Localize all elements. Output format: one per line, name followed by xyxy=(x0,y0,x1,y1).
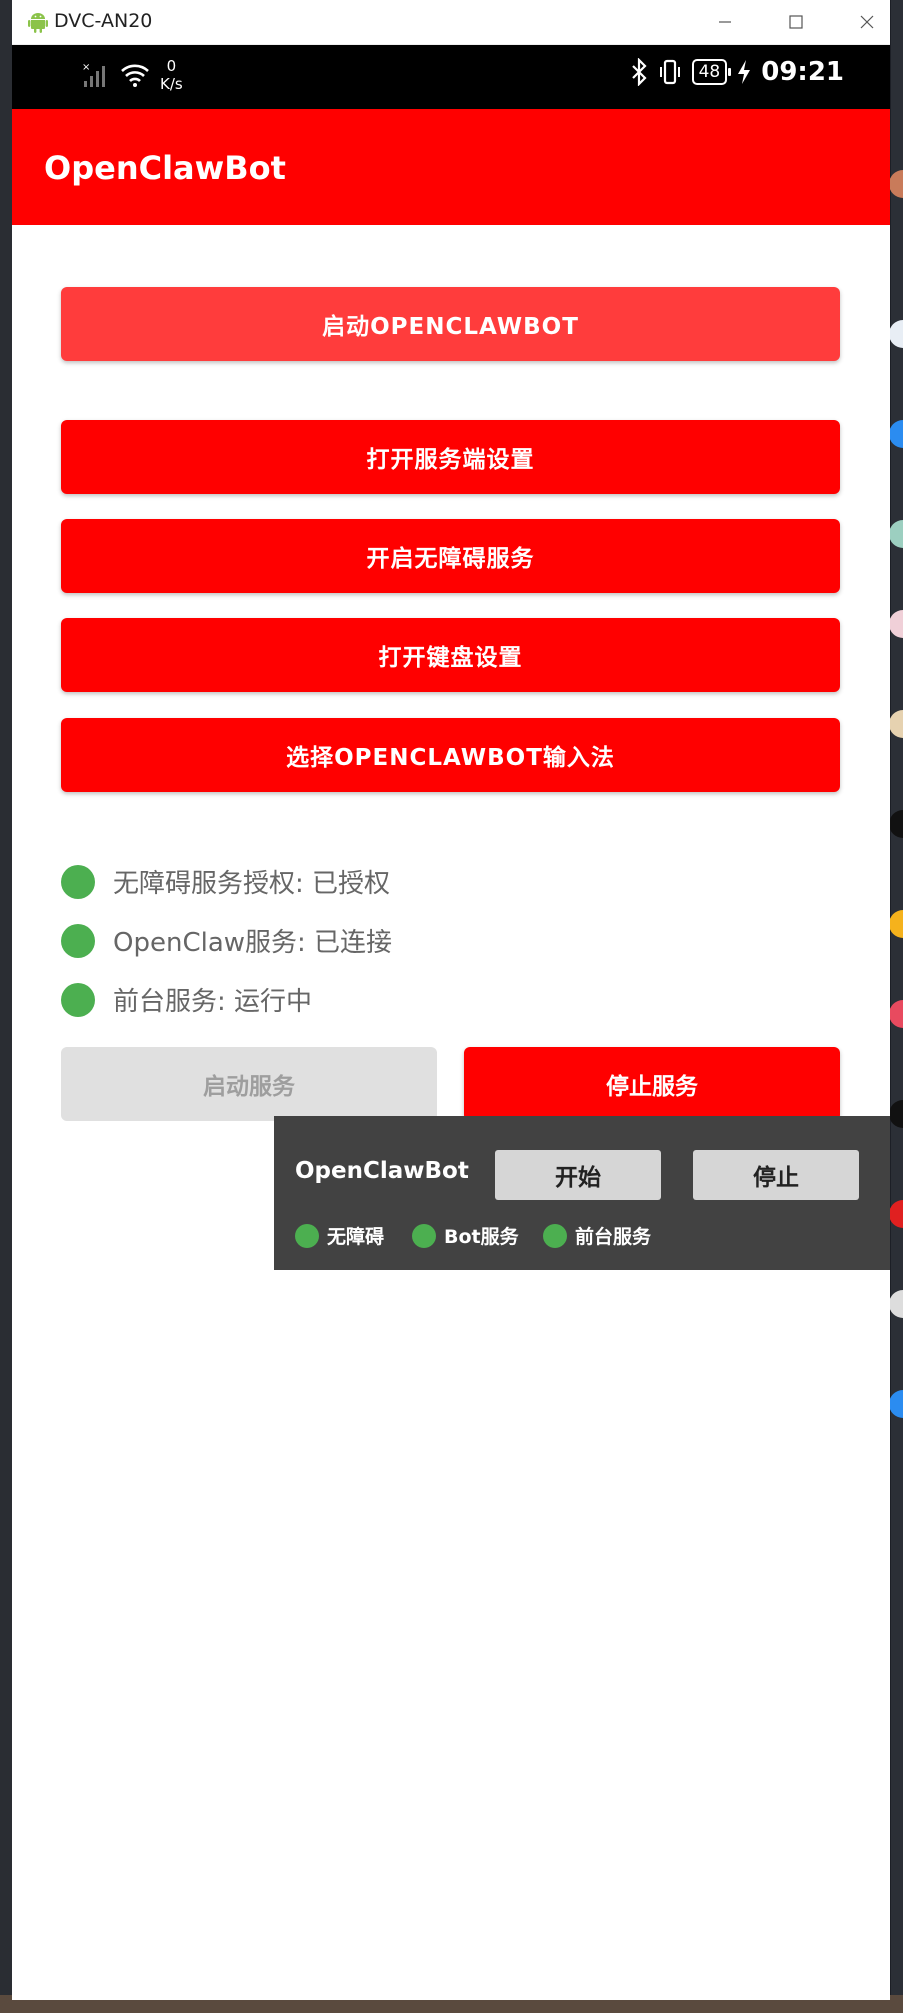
status-indicator xyxy=(61,923,95,958)
status-indicator xyxy=(412,1223,436,1248)
charging-icon xyxy=(738,60,751,84)
maximize-icon xyxy=(789,15,803,29)
keyboard-settings-button[interactable]: 打开键盘设置 xyxy=(61,618,840,692)
network-speed: 0 K/s xyxy=(160,57,183,93)
speed-unit: K/s xyxy=(160,75,183,93)
window-title: DVC-AN20 xyxy=(54,10,153,32)
start-openclawbot-button[interactable]: 启动OPENCLAWBOT xyxy=(61,287,840,361)
close-icon xyxy=(860,15,874,29)
status-text: 无障碍服务授权: 已授权 xyxy=(113,869,391,899)
overlay-status-label: Bot服务 xyxy=(444,1226,519,1248)
stop-service-button[interactable]: 停止服务 xyxy=(464,1047,840,1121)
speed-value: 0 xyxy=(166,57,177,75)
app-title: OpenClawBot xyxy=(44,149,286,187)
status-text: OpenClaw服务: 已连接 xyxy=(113,928,393,958)
close-button[interactable] xyxy=(850,6,884,38)
window-titlebar[interactable]: DVC-AN20 xyxy=(12,0,890,45)
overlay-title: OpenClawBot xyxy=(295,1158,469,1184)
status-indicator xyxy=(61,982,95,1017)
status-text: 前台服务: 运行中 xyxy=(113,987,313,1017)
maximize-button[interactable] xyxy=(779,6,813,38)
overlay-status-label: 无障碍 xyxy=(327,1226,385,1248)
status-foreground-service: 前台服务: 运行中 xyxy=(61,981,312,1018)
vibrate-icon xyxy=(659,59,680,85)
minimize-button[interactable] xyxy=(708,6,742,38)
overlay-status-label: 前台服务 xyxy=(575,1226,652,1248)
wifi-icon xyxy=(121,64,149,87)
app-bar: OpenClawBot xyxy=(12,109,890,225)
svg-text:×: × xyxy=(82,62,90,73)
bluetooth-icon xyxy=(631,58,647,86)
desktop-right-strip xyxy=(889,0,903,2013)
start-service-button[interactable]: 启动服务 xyxy=(61,1047,437,1121)
status-indicator xyxy=(61,864,95,899)
battery-icon: 48 xyxy=(691,59,731,85)
status-indicator xyxy=(543,1223,567,1248)
accessibility-service-button[interactable]: 开启无障碍服务 xyxy=(61,519,840,593)
minimize-icon xyxy=(719,21,731,23)
emulator-window: DVC-AN20 × 0 K/s 48 09:21 OpenClawBot 启动… xyxy=(12,0,890,2000)
server-settings-button[interactable]: 打开服务端设置 xyxy=(61,420,840,494)
phone-screen: × 0 K/s 48 09:21 OpenClawBot 启动OPENCLAWB… xyxy=(12,45,890,2000)
clock: 09:21 xyxy=(761,57,844,87)
floating-overlay[interactable]: OpenClawBot 开始 停止 无障碍 Bot服务 前台服务 xyxy=(274,1116,890,1270)
android-icon xyxy=(28,13,48,33)
status-indicator xyxy=(295,1223,319,1248)
overlay-status-accessibility: 无障碍 xyxy=(295,1222,384,1249)
status-openclaw-service: OpenClaw服务: 已连接 xyxy=(61,922,392,959)
desktop-left-strip xyxy=(0,0,12,2013)
overlay-status-foreground: 前台服务 xyxy=(543,1222,651,1249)
overlay-status-bot: Bot服务 xyxy=(412,1222,519,1249)
status-accessibility: 无障碍服务授权: 已授权 xyxy=(61,863,390,900)
signal-icon: × xyxy=(82,62,105,87)
overlay-stop-button[interactable]: 停止 xyxy=(693,1150,859,1200)
select-ime-button[interactable]: 选择OPENCLAWBOT输入法 xyxy=(61,718,840,792)
status-bar: × 0 K/s 48 09:21 xyxy=(12,45,890,109)
overlay-start-button[interactable]: 开始 xyxy=(495,1150,661,1200)
